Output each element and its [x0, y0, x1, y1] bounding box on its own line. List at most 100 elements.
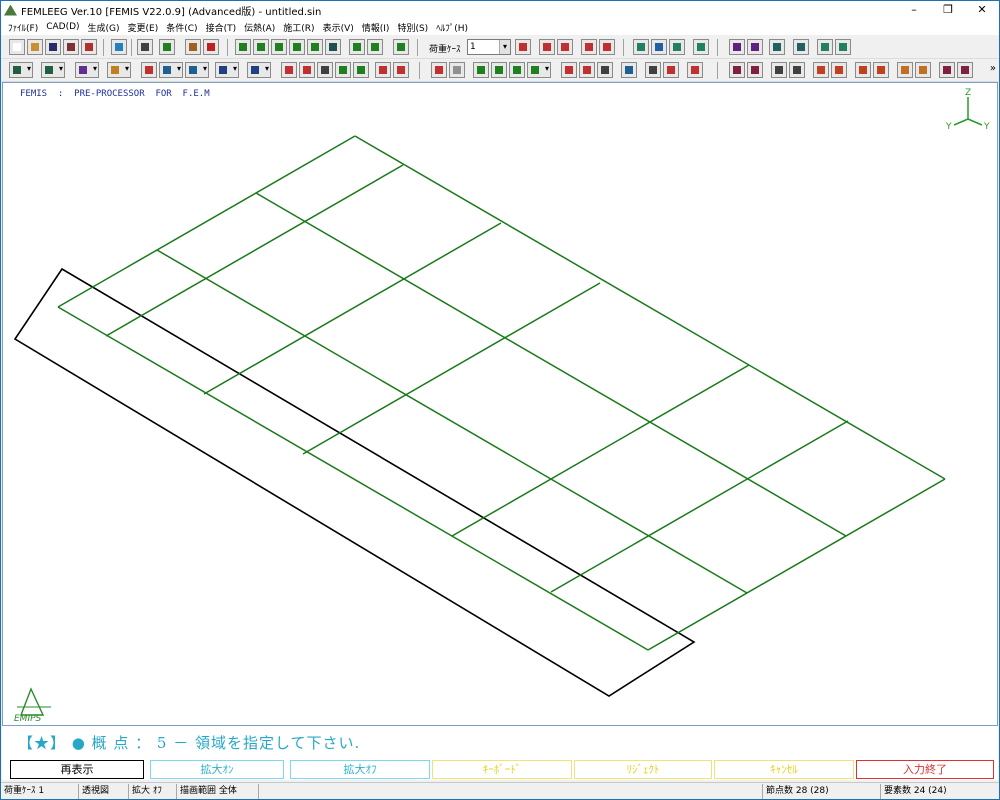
group-copy-icon[interactable] [509, 62, 525, 78]
reaction-diagram-icon[interactable] [915, 62, 931, 78]
coordinate-table-icon[interactable] [597, 62, 613, 78]
result-list-icon[interactable] [747, 62, 763, 78]
beam-joint-icon[interactable] [729, 39, 745, 55]
open-file-icon[interactable] [27, 39, 43, 55]
report-icon[interactable] [939, 62, 955, 78]
line-generate-icon[interactable] [253, 39, 269, 55]
group-edit-icon[interactable] [491, 62, 507, 78]
solid-mesh-icon[interactable] [367, 39, 383, 55]
triangle-element-icon[interactable] [289, 39, 305, 55]
save-as-icon[interactable] [63, 39, 79, 55]
print-icon[interactable] [137, 39, 153, 55]
fit-view-icon[interactable] [335, 62, 351, 78]
pressure-load-icon[interactable] [599, 39, 615, 55]
menu-generate[interactable]: 生成(G) [84, 21, 124, 34]
mesh-element-icon[interactable] [325, 39, 341, 55]
menu-conditions[interactable]: 条件(C) [162, 21, 201, 34]
keyboard-button[interactable]: ｷｰﾎﾞｰﾄﾞ [432, 760, 572, 779]
menu-special[interactable]: 特別(S) [393, 21, 432, 34]
select-node-icon[interactable] [141, 62, 157, 78]
material-assign-icon[interactable] [835, 39, 851, 55]
number-display-dropdown[interactable] [75, 62, 99, 78]
section-assign-icon[interactable] [817, 39, 833, 55]
spring-support-icon[interactable] [651, 39, 667, 55]
deformation-icon[interactable] [771, 62, 787, 78]
redraw-view-icon[interactable] [353, 62, 369, 78]
chevron-down-icon[interactable]: ▾ [499, 40, 510, 54]
point-generate-icon[interactable] [235, 39, 251, 55]
data-check-icon[interactable] [203, 39, 219, 55]
menu-help[interactable]: ﾍﾙﾌﾟ(H) [432, 21, 472, 34]
fixed-support-icon[interactable] [633, 39, 649, 55]
load-case-select[interactable]: 1 ▾ [467, 39, 511, 55]
model-canvas[interactable]: FEMIS : PRE-PROCESSOR FOR F.E.M Z Y Y EM… [2, 82, 998, 726]
finish-input-button[interactable]: 入力終了 [856, 760, 994, 779]
solid-element-icon[interactable] [349, 39, 365, 55]
roller-support-icon[interactable] [693, 39, 709, 55]
data-list-icon[interactable] [185, 39, 201, 55]
capture-icon[interactable] [159, 39, 175, 55]
view-up-icon[interactable] [375, 62, 391, 78]
view-down-icon[interactable] [393, 62, 409, 78]
pin-support-icon[interactable] [669, 39, 685, 55]
menu-joint[interactable]: 接合(T) [202, 21, 241, 34]
deformation-scale-icon[interactable] [789, 62, 805, 78]
local-axis-dropdown[interactable] [247, 62, 271, 78]
coordinate-system-icon[interactable] [621, 62, 637, 78]
color-palette-icon[interactable] [687, 62, 703, 78]
reject-button[interactable]: ﾘｼﾞｪｸﾄ [574, 760, 712, 779]
cancel-button[interactable]: ｷｬﾝｾﾙ [714, 760, 854, 779]
arc-generate-icon[interactable] [271, 39, 287, 55]
model-viewport[interactable]: Z Y Y EMIPS [3, 83, 998, 726]
stop-icon[interactable] [431, 62, 447, 78]
result-display-icon[interactable] [729, 62, 745, 78]
axial-diagram-icon[interactable] [897, 62, 913, 78]
material-list-icon[interactable] [663, 62, 679, 78]
quad-element-icon[interactable] [307, 39, 323, 55]
concentrated-load-icon[interactable] [539, 39, 555, 55]
column-element-icon[interactable] [393, 39, 409, 55]
color-display-dropdown[interactable] [107, 62, 131, 78]
shear-diagram-icon[interactable] [873, 62, 889, 78]
report-settings-icon[interactable] [957, 62, 973, 78]
zoom-on-button[interactable]: 拡大ｵﾝ [150, 760, 284, 779]
menu-cad[interactable]: CAD(D) [42, 22, 83, 32]
pause-icon[interactable] [449, 62, 465, 78]
moment-load-icon[interactable] [557, 39, 573, 55]
new-file-icon[interactable] [9, 39, 25, 55]
node-load-icon[interactable] [515, 39, 531, 55]
rigid-link-icon[interactable] [769, 39, 785, 55]
menu-file[interactable]: ﾌｧｲﾙ(F) [4, 21, 42, 34]
menu-modify[interactable]: 変更(E) [124, 21, 163, 34]
measure-distance-icon[interactable] [579, 62, 595, 78]
redisplay-button[interactable]: 再表示 [10, 760, 144, 779]
maximize-button[interactable]: ❐ [931, 1, 965, 19]
zoom-view-icon[interactable] [317, 62, 333, 78]
moment-diagram-icon[interactable] [855, 62, 871, 78]
menu-heat-transfer[interactable]: 伝熱(A) [240, 21, 279, 34]
minimize-button[interactable]: – [897, 1, 931, 19]
stress-legend-icon[interactable] [831, 62, 847, 78]
toolbar-overflow-icon[interactable]: » [990, 63, 996, 74]
export-icon[interactable] [81, 39, 97, 55]
menu-info[interactable]: 情報(I) [358, 21, 394, 34]
offset-link-icon[interactable] [793, 39, 809, 55]
group-display-dropdown[interactable] [527, 62, 551, 78]
grid-snap-icon[interactable] [645, 62, 661, 78]
menu-construction[interactable]: 施工(R) [279, 21, 318, 34]
distributed-load-icon[interactable] [581, 39, 597, 55]
select-element-dropdown[interactable] [159, 62, 183, 78]
select-range-dropdown[interactable] [185, 62, 209, 78]
menu-view[interactable]: 表示(V) [319, 21, 358, 34]
delete-icon[interactable] [561, 62, 577, 78]
element-display-dropdown[interactable] [41, 62, 65, 78]
close-button[interactable]: ✕ [965, 1, 999, 19]
section-display-dropdown[interactable] [215, 62, 239, 78]
save-icon[interactable] [45, 39, 61, 55]
import-icon[interactable] [111, 39, 127, 55]
pan-view-icon[interactable] [299, 62, 315, 78]
rotate-view-icon[interactable] [281, 62, 297, 78]
zoom-off-button[interactable]: 拡大ｵﾌ [290, 760, 430, 779]
joint-release-icon[interactable] [747, 39, 763, 55]
node-display-dropdown[interactable] [9, 62, 33, 78]
